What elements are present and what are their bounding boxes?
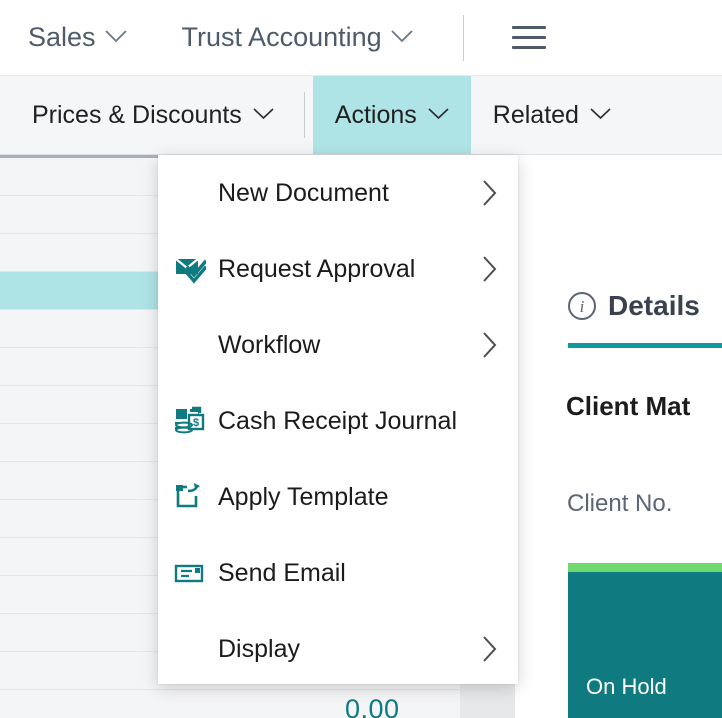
ribbon-tab-label: Prices & Discounts bbox=[32, 100, 242, 129]
ribbon-divider bbox=[303, 92, 305, 138]
chevron-right-icon bbox=[481, 634, 498, 664]
ribbon-tab-prices-and-discounts[interactable]: Prices & Discounts bbox=[0, 76, 296, 154]
apply-template-icon bbox=[172, 482, 208, 512]
details-tab-label: Details bbox=[608, 290, 700, 321]
hamburger-bar bbox=[511, 26, 546, 29]
chevron-down-icon bbox=[391, 29, 413, 43]
menu-item-display[interactable]: Display bbox=[158, 611, 518, 687]
hamburger-icon[interactable] bbox=[511, 26, 546, 49]
nav-module-sales-label: Sales bbox=[28, 22, 96, 52]
chevron-right-icon bbox=[481, 178, 498, 208]
chevron-down-icon bbox=[104, 29, 127, 43]
details-field-label-client-no: Client No. bbox=[567, 490, 673, 517]
menu-item-label: Workflow bbox=[218, 330, 321, 359]
menu-item-label: Cash Receipt Journal bbox=[218, 406, 458, 435]
ribbon-tab-label: Related bbox=[492, 100, 579, 129]
menu-item-send-email[interactable]: Send Email bbox=[158, 535, 518, 611]
table-cell-amount: 0.00 bbox=[345, 694, 400, 718]
ribbon-tab-label: Actions bbox=[334, 100, 417, 129]
details-side-panel: i Details Client Mat Client No. 0 On Hol… bbox=[540, 155, 722, 718]
ribbon-tab-related[interactable]: Related bbox=[471, 76, 633, 154]
menu-item-label: Display bbox=[218, 634, 300, 663]
tile-label: On Hold bbox=[586, 674, 667, 699]
ribbon-action-bar: Prices & Discounts Actions Related bbox=[0, 76, 722, 155]
top-navigation-bar: Sales Trust Accounting bbox=[0, 0, 722, 76]
on-hold-cue-tile[interactable]: 0 On Hold bbox=[568, 563, 722, 718]
menu-item-apply-template[interactable]: Apply Template bbox=[158, 459, 518, 535]
application-window: Sales Trust Accounting Prices & Discount… bbox=[0, 0, 722, 718]
chevron-down-icon bbox=[428, 107, 449, 120]
hamburger-bar bbox=[511, 46, 546, 49]
nav-divider bbox=[462, 14, 464, 61]
details-section-title: Client Mat bbox=[566, 391, 691, 421]
menu-item-label: Send Email bbox=[218, 558, 346, 587]
cash-receipt-icon: $ bbox=[172, 406, 208, 436]
menu-item-cash-receipt-journal[interactable]: $ Cash Receipt Journal bbox=[158, 383, 518, 459]
nav-company-label: Trust Accounting bbox=[181, 22, 382, 52]
menu-item-label: Apply Template bbox=[218, 482, 389, 511]
details-tab[interactable]: i Details bbox=[568, 290, 700, 322]
ribbon-tab-actions[interactable]: Actions bbox=[312, 76, 471, 154]
info-icon: i bbox=[568, 292, 596, 320]
chevron-down-icon bbox=[590, 107, 611, 120]
hamburger-bar bbox=[511, 36, 546, 39]
nav-company-trust-accounting[interactable]: Trust Accounting bbox=[182, 22, 413, 53]
table-row[interactable] bbox=[0, 690, 480, 718]
chevron-right-icon bbox=[481, 330, 498, 360]
details-tab-underline bbox=[568, 343, 722, 348]
chevron-right-icon bbox=[481, 254, 498, 284]
svg-text:$: $ bbox=[193, 417, 199, 429]
send-email-icon bbox=[172, 558, 208, 588]
menu-item-request-approval[interactable]: Request Approval bbox=[158, 231, 518, 307]
chevron-down-icon bbox=[253, 107, 274, 120]
tile-accent-bar bbox=[568, 563, 722, 572]
menu-item-workflow[interactable]: Workflow bbox=[158, 307, 518, 383]
menu-item-new-document[interactable]: New Document bbox=[158, 155, 518, 231]
actions-dropdown-menu: New Document Request Approval Workflow $… bbox=[158, 155, 518, 684]
nav-module-sales[interactable]: Sales bbox=[28, 22, 127, 53]
menu-item-label: Request Approval bbox=[218, 254, 416, 283]
envelope-check-icon bbox=[172, 254, 208, 284]
table-cell-highlight bbox=[460, 683, 515, 718]
menu-item-label: New Document bbox=[218, 178, 389, 207]
